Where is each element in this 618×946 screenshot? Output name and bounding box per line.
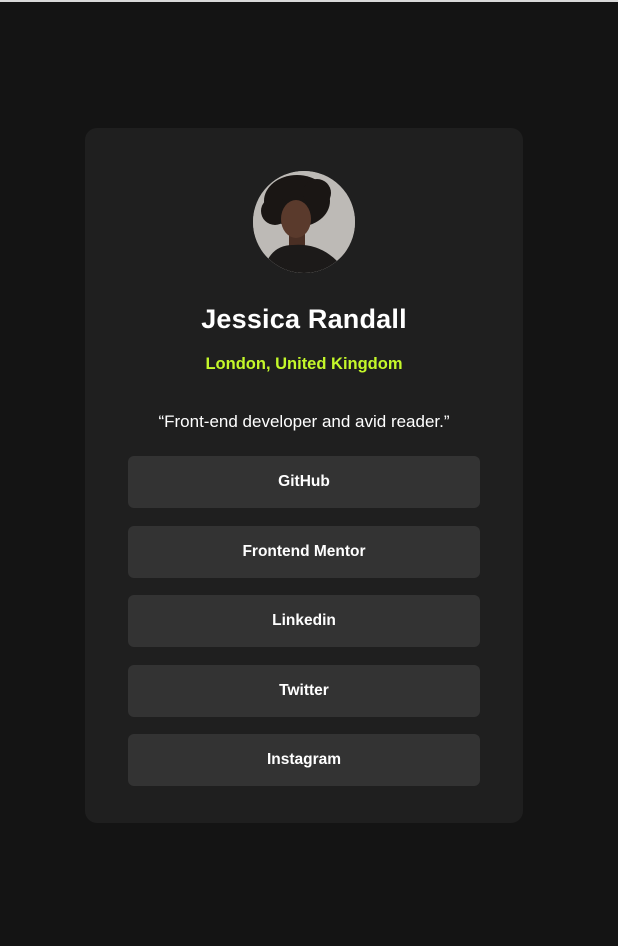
github-link-button[interactable]: GitHub	[128, 456, 480, 508]
profile-location: London, United Kingdom	[205, 355, 403, 373]
instagram-link-button[interactable]: Instagram	[128, 734, 480, 786]
window-top-edge	[0, 0, 618, 2]
avatar	[253, 171, 355, 273]
social-links-list: GitHub Frontend Mentor Linkedin Twitter …	[128, 456, 480, 804]
linkedin-link-button[interactable]: Linkedin	[128, 595, 480, 647]
frontend-mentor-link-button[interactable]: Frontend Mentor	[128, 525, 480, 578]
profile-name: Jessica Randall	[201, 304, 407, 334]
twitter-link-button[interactable]: Twitter	[128, 664, 480, 717]
profile-card: Jessica Randall London, United Kingdom “…	[85, 128, 523, 823]
profile-bio: “Front-end developer and avid reader.”	[158, 412, 450, 431]
person-photo-icon	[253, 171, 355, 273]
